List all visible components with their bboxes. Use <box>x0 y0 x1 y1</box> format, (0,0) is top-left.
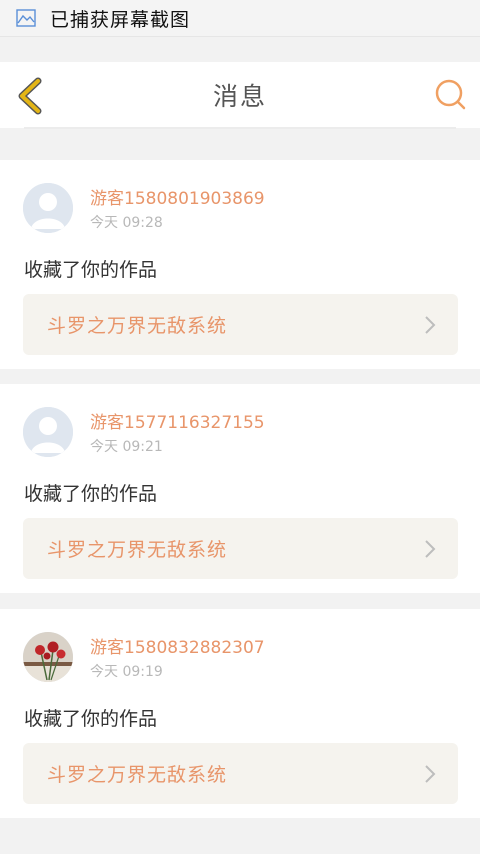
chevron-right-icon <box>424 764 436 784</box>
action-text: 收藏了你的作品 <box>24 483 158 505</box>
chevron-left-icon[interactable] <box>14 76 44 116</box>
timestamp: 今天 09:28 <box>90 215 163 231</box>
navbar-divider <box>24 127 456 129</box>
username[interactable]: 游客1580801903869 <box>90 184 265 209</box>
work-link[interactable]: 斗罗之万界无敌系统 <box>23 743 458 804</box>
search-icon[interactable] <box>434 78 466 110</box>
chevron-right-icon <box>424 539 436 559</box>
avatar[interactable] <box>23 407 73 457</box>
work-title: 斗罗之万界无敌系统 <box>47 764 228 786</box>
page-title: 消息 <box>212 82 267 111</box>
message-card: 游客1577116327155 今天 09:21 收藏了你的作品 斗罗之万界无敌… <box>0 384 480 593</box>
username[interactable]: 游客1577116327155 <box>90 408 265 433</box>
screenshot-icon <box>16 9 36 27</box>
work-link[interactable]: 斗罗之万界无敌系统 <box>23 294 458 355</box>
avatar[interactable] <box>23 183 73 233</box>
message-card: 游客1580832882307 今天 09:19 收藏了你的作品 斗罗之万界无敌… <box>0 609 480 818</box>
navbar: 消息 <box>0 62 480 128</box>
timestamp: 今天 09:21 <box>90 439 163 455</box>
timestamp: 今天 09:19 <box>90 664 163 680</box>
status-text: 已捕获屏幕截图 <box>50 8 191 31</box>
status-bar: 已捕获屏幕截图 <box>0 0 480 37</box>
avatar[interactable] <box>23 632 73 682</box>
work-title: 斗罗之万界无敌系统 <box>47 539 228 561</box>
action-text: 收藏了你的作品 <box>24 708 158 730</box>
chevron-right-icon <box>424 315 436 335</box>
message-card: 游客1580801903869 今天 09:28 收藏了你的作品 斗罗之万界无敌… <box>0 160 480 369</box>
work-title: 斗罗之万界无敌系统 <box>47 315 228 337</box>
action-text: 收藏了你的作品 <box>24 259 158 281</box>
work-link[interactable]: 斗罗之万界无敌系统 <box>23 518 458 579</box>
username[interactable]: 游客1580832882307 <box>90 633 265 658</box>
